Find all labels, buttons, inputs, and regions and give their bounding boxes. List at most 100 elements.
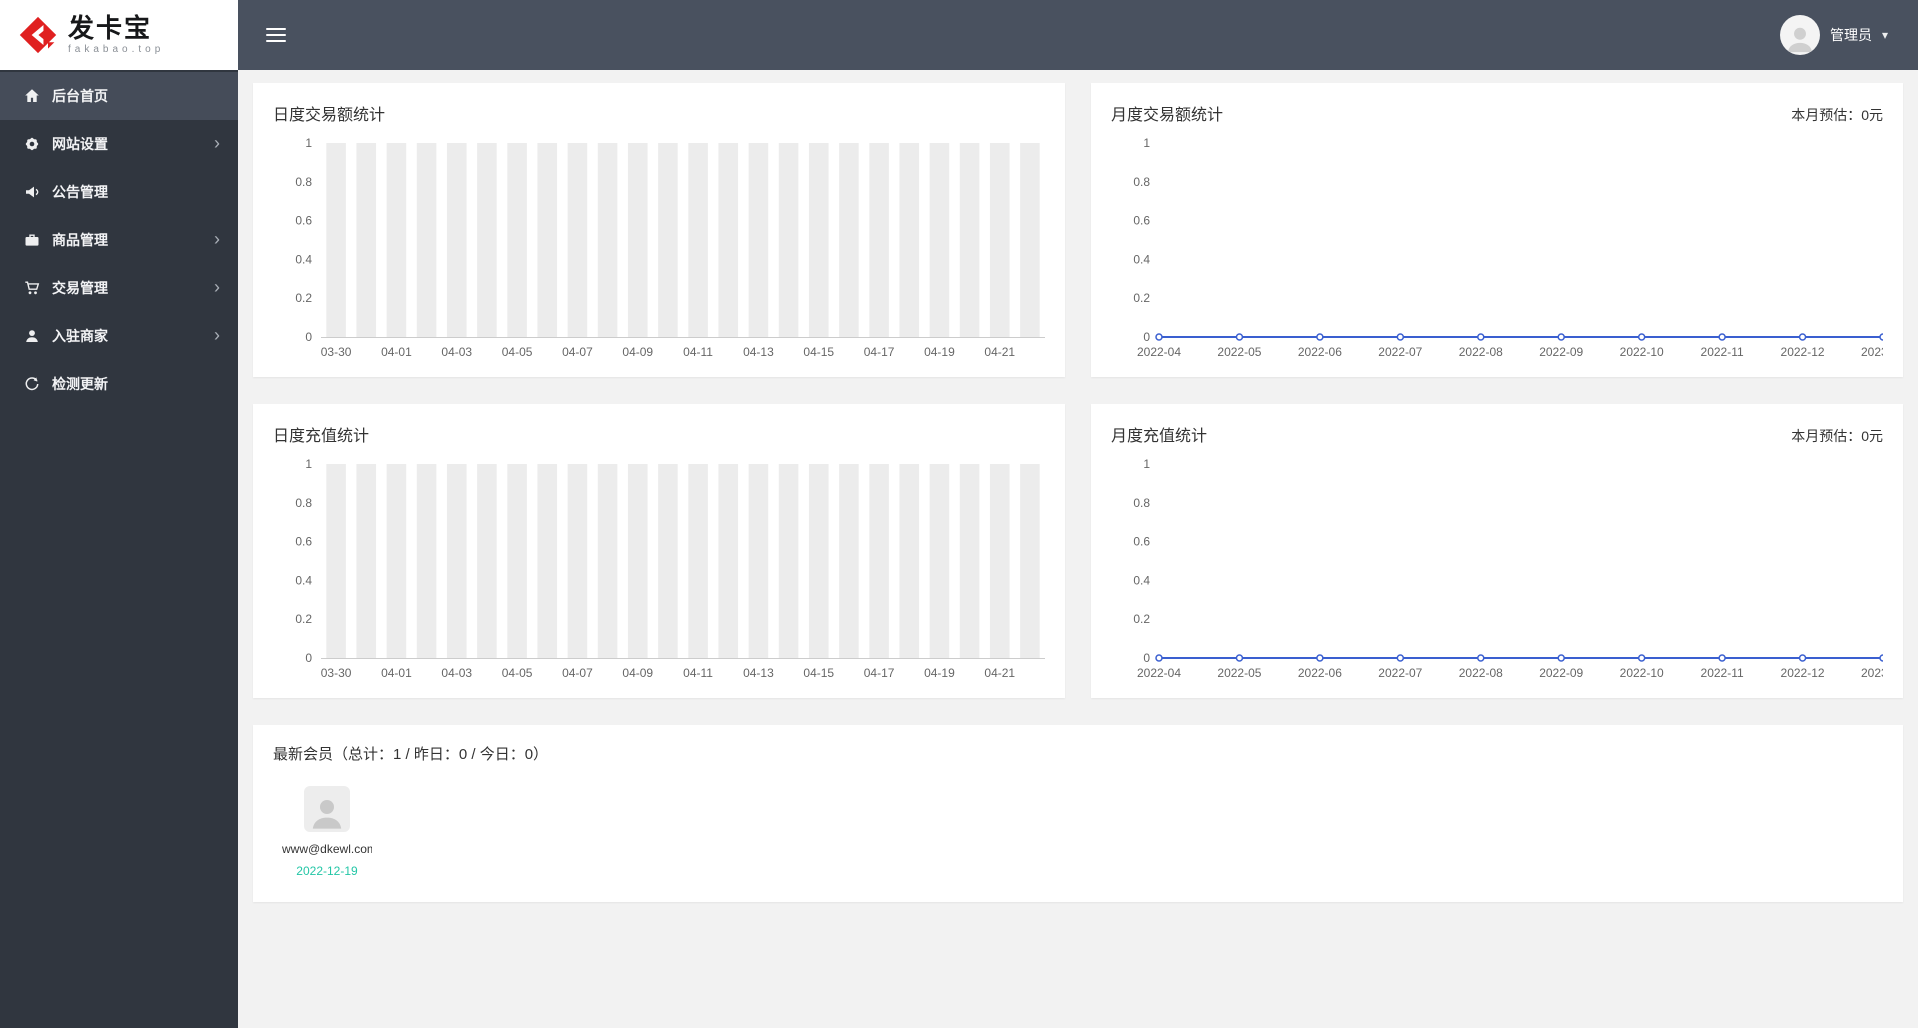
svg-text:1: 1 <box>1143 136 1150 150</box>
svg-text:2022-12: 2022-12 <box>1781 345 1825 359</box>
main-area: 管理员 ▾ 日度交易额统计 0 0.2 0.4 0.6 0.8 1 03-30 04-01 04… <box>238 0 1918 1028</box>
svg-text:0.6: 0.6 <box>295 535 312 549</box>
svg-text:2022-08: 2022-08 <box>1459 345 1503 359</box>
svg-text:04-15: 04-15 <box>803 666 834 680</box>
user-menu[interactable]: 管理员 ▾ <box>1779 15 1888 55</box>
daily-recharge-chart: 0 0.2 0.4 0.6 0.8 1 03-30 04-01 04-03 04-05 04-07 0… <box>273 456 1045 684</box>
svg-text:1: 1 <box>305 457 312 471</box>
sidebar-item-label: 后台首页 <box>52 88 108 104</box>
svg-text:2022-11: 2022-11 <box>1701 666 1744 680</box>
monthly-transactions-chart: 0 0.2 0.4 0.6 0.8 1 2022-04 2022-05 2022-06 2022-… <box>1111 135 1883 363</box>
members-list: www@dkewl.com 2022-12-19 <box>273 786 1883 878</box>
svg-text:2022-05: 2022-05 <box>1217 345 1261 359</box>
chevron-right-icon: › <box>214 277 220 297</box>
sidebar-menu: 后台首页 网站设置 › 公告管理 商品管理 › 交易管理 › 入驻商家 › 检测… <box>0 70 238 408</box>
svg-text:2022-05: 2022-05 <box>1217 666 1261 680</box>
sidebar-item-label: 交易管理 <box>52 280 108 296</box>
menu-toggle-icon[interactable] <box>264 22 288 48</box>
member-item[interactable]: www@dkewl.com 2022-12-19 <box>281 786 373 878</box>
monthly-estimate-label: 本月预估：0元 <box>1791 428 1883 444</box>
svg-text:04-05: 04-05 <box>502 666 533 680</box>
svg-text:2022-09: 2022-09 <box>1539 666 1583 680</box>
svg-text:0.6: 0.6 <box>295 214 312 228</box>
sidebar-item-home[interactable]: 后台首页 <box>0 72 238 120</box>
svg-text:2023-01: 2023-01 <box>1861 666 1883 680</box>
svg-text:2022-07: 2022-07 <box>1378 666 1422 680</box>
svg-text:2022-06: 2022-06 <box>1298 666 1342 680</box>
sidebar: 发卡宝 fakabao.top 后台首页 网站设置 › 公告管理 商品管理 › … <box>0 0 238 1028</box>
card-monthly-transactions: 月度交易额统计 本月预估：0元 0 0.2 0.4 0.6 0.8 1 2022-04 202… <box>1091 83 1903 377</box>
chevron-right-icon: › <box>214 325 220 345</box>
svg-text:04-19: 04-19 <box>924 666 955 680</box>
monthly-estimate-label: 本月预估：0元 <box>1791 107 1883 123</box>
brand-logo[interactable]: 发卡宝 fakabao.top <box>0 0 238 70</box>
svg-text:04-21: 04-21 <box>984 666 1015 680</box>
svg-text:04-11: 04-11 <box>683 345 713 359</box>
members-card: 最新会员（总计：1 / 昨日：0 / 今日：0） www@dkewl.com 2… <box>253 725 1903 902</box>
svg-text:2022-08: 2022-08 <box>1459 666 1503 680</box>
svg-text:0.4: 0.4 <box>1133 252 1150 266</box>
chart-title: 月度交易额统计 <box>1111 107 1224 124</box>
svg-text:0.8: 0.8 <box>1133 175 1150 189</box>
members-title: 最新会员（总计：1 / 昨日：0 / 今日：0） <box>273 746 549 763</box>
svg-text:04-13: 04-13 <box>743 345 774 359</box>
avatar <box>1779 15 1820 55</box>
svg-text:0.6: 0.6 <box>1133 214 1150 228</box>
chart-title: 月度充值统计 <box>1111 428 1208 445</box>
svg-text:04-03: 04-03 <box>441 666 472 680</box>
svg-text:04-07: 04-07 <box>562 345 593 359</box>
svg-text:0.2: 0.2 <box>1133 612 1150 626</box>
sidebar-item-label: 检测更新 <box>52 376 108 392</box>
chevron-right-icon: › <box>214 133 220 153</box>
app: 发卡宝 fakabao.top 后台首页 网站设置 › 公告管理 商品管理 › … <box>0 0 1918 1028</box>
sidebar-item-announcements[interactable]: 公告管理 <box>0 168 238 216</box>
svg-text:03-30: 03-30 <box>321 345 352 359</box>
sidebar-item-label: 网站设置 <box>52 136 108 152</box>
sidebar-item-check-update[interactable]: 检测更新 <box>0 360 238 408</box>
sidebar-item-transactions[interactable]: 交易管理 › <box>0 264 238 312</box>
svg-text:0: 0 <box>1143 651 1150 665</box>
svg-text:0.4: 0.4 <box>1133 573 1150 587</box>
svg-text:04-05: 04-05 <box>502 345 533 359</box>
svg-text:2022-11: 2022-11 <box>1701 345 1744 359</box>
svg-text:2022-10: 2022-10 <box>1620 666 1664 680</box>
topbar: 管理员 ▾ <box>238 0 1918 70</box>
svg-text:04-19: 04-19 <box>924 345 955 359</box>
svg-text:04-15: 04-15 <box>803 345 834 359</box>
sidebar-item-products[interactable]: 商品管理 › <box>0 216 238 264</box>
user-icon <box>24 328 40 344</box>
svg-text:2022-04: 2022-04 <box>1137 666 1181 680</box>
svg-text:0.2: 0.2 <box>295 291 312 305</box>
gear-icon <box>24 136 40 152</box>
card-monthly-recharge: 月度充值统计 本月预估：0元 0 0.2 0.4 0.6 0.8 1 2022-04 2022… <box>1091 404 1903 698</box>
chevron-right-icon: › <box>214 229 220 249</box>
svg-text:04-07: 04-07 <box>562 666 593 680</box>
sidebar-item-merchants[interactable]: 入驻商家 › <box>0 312 238 360</box>
svg-text:03-30: 03-30 <box>321 666 352 680</box>
member-email: www@dkewl.com <box>282 842 372 856</box>
chart-title: 日度充值统计 <box>273 428 370 445</box>
sidebar-item-site-settings[interactable]: 网站设置 › <box>0 120 238 168</box>
sidebar-item-label: 商品管理 <box>52 232 108 248</box>
monthly-recharge-chart: 0 0.2 0.4 0.6 0.8 1 2022-04 2022-05 2022-06 2022-… <box>1111 456 1883 684</box>
brand-text: 发卡宝 fakabao.top <box>68 14 164 56</box>
svg-text:04-17: 04-17 <box>864 345 895 359</box>
svg-text:04-03: 04-03 <box>441 345 472 359</box>
brand-logo-icon <box>18 15 58 55</box>
svg-text:2023-01: 2023-01 <box>1861 345 1883 359</box>
svg-text:0.2: 0.2 <box>1133 291 1150 305</box>
svg-text:2022-12: 2022-12 <box>1781 666 1825 680</box>
svg-text:04-13: 04-13 <box>743 666 774 680</box>
refresh-icon <box>24 376 40 392</box>
svg-text:1: 1 <box>1143 457 1150 471</box>
chevron-down-icon: ▾ <box>1881 28 1888 42</box>
svg-text:04-21: 04-21 <box>984 345 1015 359</box>
svg-text:0.2: 0.2 <box>295 612 312 626</box>
card-daily-transactions: 日度交易额统计 0 0.2 0.4 0.6 0.8 1 03-30 04-01 04-03 04-… <box>253 83 1065 377</box>
svg-text:04-01: 04-01 <box>381 345 412 359</box>
user-name: 管理员 <box>1829 27 1872 43</box>
svg-text:04-17: 04-17 <box>864 666 895 680</box>
svg-text:0.4: 0.4 <box>295 573 312 587</box>
svg-text:0: 0 <box>305 651 312 665</box>
svg-text:2022-04: 2022-04 <box>1137 345 1181 359</box>
